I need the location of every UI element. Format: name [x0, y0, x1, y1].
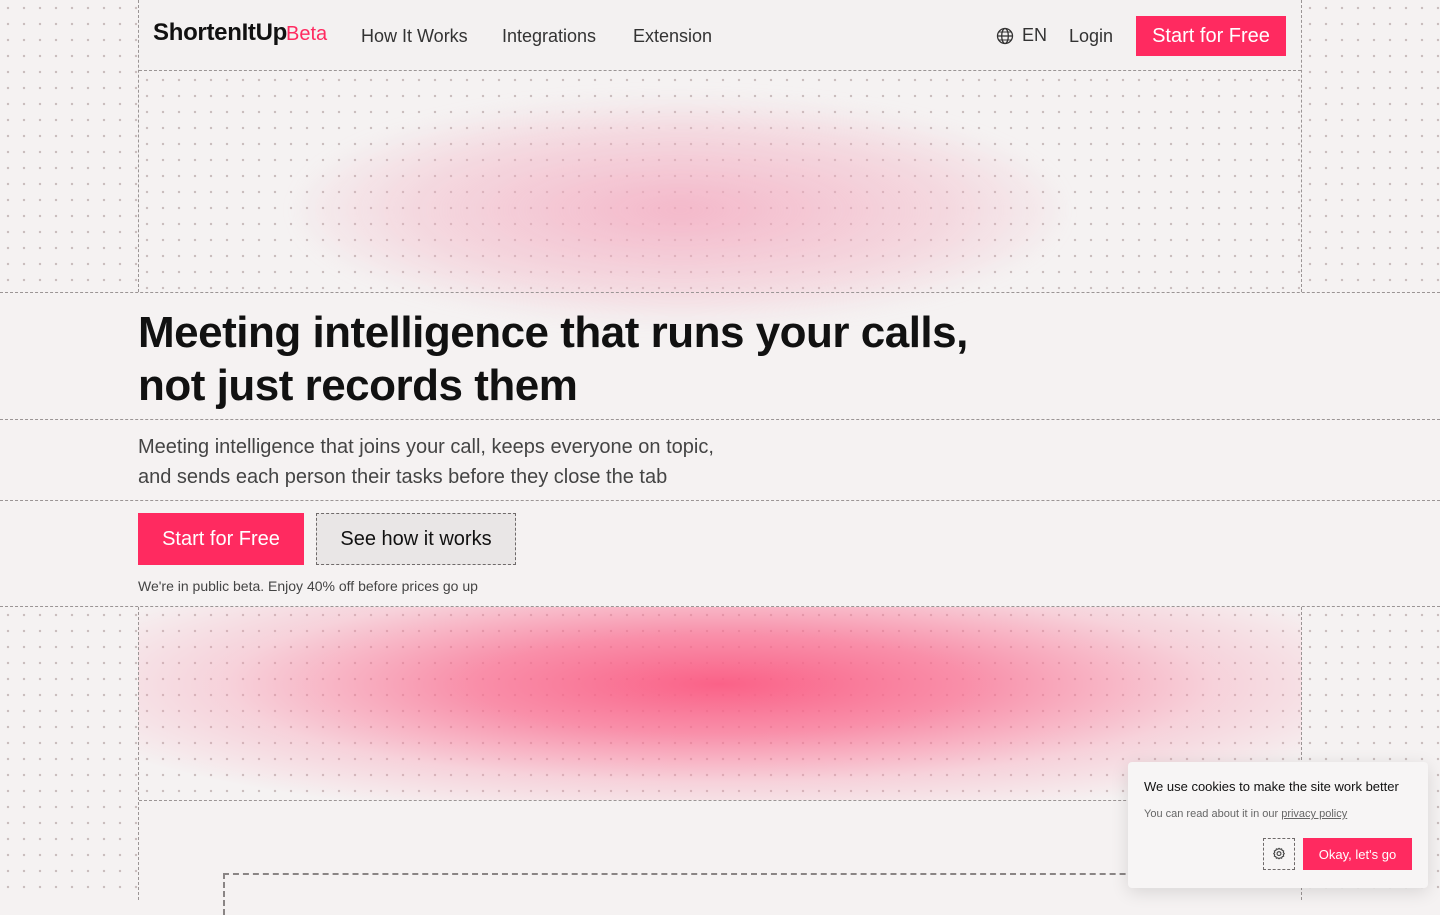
- nav-extension[interactable]: Extension: [633, 26, 712, 47]
- beta-note: We're in public beta. Enjoy 40% off befo…: [138, 578, 478, 594]
- cookie-settings-button[interactable]: [1263, 838, 1295, 870]
- gear-icon: [1273, 847, 1285, 860]
- brand-logo[interactable]: ShortenItUp: [153, 19, 287, 47]
- cookie-accept-button[interactable]: Okay, let's go: [1303, 838, 1412, 870]
- hero-glow-top: [300, 100, 1060, 320]
- dot-pattern-right-top: [1302, 0, 1440, 292]
- cookie-text: You can read about it in our privacy pol…: [1144, 808, 1347, 820]
- grid-line-h3: [0, 500, 1440, 501]
- hero-title: Meeting intelligence that runs your call…: [138, 308, 968, 410]
- cookie-text-prefix: You can read about it in our: [1144, 808, 1282, 820]
- see-how-it-works-button[interactable]: See how it works: [316, 513, 516, 565]
- globe-icon: [996, 27, 1014, 44]
- hero-subtitle-line-2: and sends each person their tasks before…: [138, 466, 668, 488]
- cookie-banner: We use cookies to make the site work bet…: [1128, 762, 1428, 888]
- hero-start-free-button[interactable]: Start for Free: [138, 513, 304, 565]
- beta-badge: Beta: [286, 23, 328, 45]
- privacy-policy-link[interactable]: privacy policy: [1281, 808, 1347, 820]
- hero-subtitle-line-1: Meeting intelligence that joins your cal…: [138, 436, 714, 458]
- cookie-title: We use cookies to make the site work bet…: [1144, 779, 1399, 794]
- grid-line-h1: [0, 292, 1440, 293]
- dot-pattern-left-bottom: [0, 607, 138, 900]
- nav-how-it-works[interactable]: How It Works: [361, 26, 468, 47]
- preview-frame-outline: [223, 873, 1285, 915]
- grid-line-h4: [0, 606, 1440, 607]
- hero-subtitle: Meeting intelligence that joins your cal…: [138, 432, 778, 492]
- language-label: EN: [1022, 25, 1048, 45]
- login-link[interactable]: Login: [1069, 26, 1113, 47]
- site-header: ShortenItUp Beta How It Works Integratio…: [139, 0, 1301, 71]
- header-start-free-button[interactable]: Start for Free: [1136, 16, 1286, 56]
- grid-line-right: [1301, 0, 1302, 292]
- grid-line-h2: [0, 419, 1440, 420]
- nav-integrations[interactable]: Integrations: [502, 26, 596, 47]
- language-selector[interactable]: EN: [996, 25, 1047, 46]
- preview-panel: [139, 800, 1301, 915]
- dot-pattern-left-top: [0, 0, 138, 292]
